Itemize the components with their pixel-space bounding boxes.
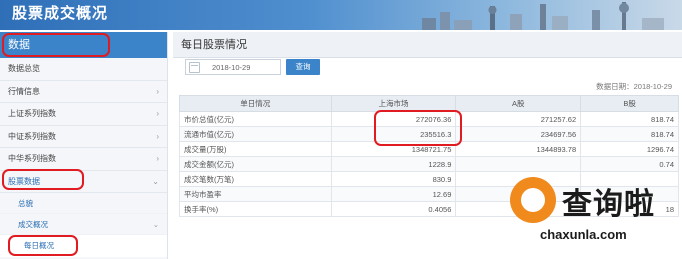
highlight-annotation-data (2, 33, 110, 57)
row-label: 换手率(%) (179, 201, 332, 217)
sidebar-item-sse-index[interactable]: 上证系列指数 › (0, 103, 167, 126)
chevron-right-icon: › (156, 86, 159, 96)
row-label: 成交金额(亿元) (179, 156, 332, 172)
cell-a-share: 1344893.78 (455, 141, 582, 157)
column-header: A股 (455, 95, 582, 112)
chevron-right-icon: › (156, 154, 159, 163)
header-banner: 股票成交概况 (0, 0, 682, 30)
city-skyline-image (422, 2, 664, 30)
sidebar-item-label: 行情信息 (8, 86, 40, 96)
chevron-right-icon: › (156, 109, 159, 118)
data-date-label: 数据日期：2018-10-29 (596, 82, 672, 91)
sidebar-item-label: 数据总览 (8, 64, 40, 73)
sidebar-subitem-summary[interactable]: 总貌 (0, 193, 167, 214)
highlight-annotation-market-values (374, 110, 462, 146)
row-label: 市价总值(亿元) (179, 111, 332, 127)
chevron-down-icon: ⌄ (152, 220, 159, 229)
calendar-icon[interactable] (189, 62, 200, 73)
sidebar-item-label: 上证系列指数 (8, 109, 56, 118)
cell-shanghai: 12.69 (330, 186, 457, 202)
sidebar-subitem-label: 成交概况 (18, 220, 48, 229)
sidebar-item-csi-index[interactable]: 中证系列指数 › (0, 126, 167, 148)
search-icon (510, 177, 556, 223)
cell-a-share: 234697.56 (455, 126, 582, 142)
chevron-down-icon: ⌄ (152, 176, 159, 186)
highlight-annotation-daily-overview (8, 235, 78, 256)
chevron-right-icon: › (156, 131, 159, 141)
section-title: 每日股票情况 (173, 32, 682, 58)
page-title: 股票成交概况 (12, 4, 109, 22)
sidebar-subitem-label: 总貌 (18, 199, 33, 208)
row-label: 成交量(万股) (179, 141, 332, 157)
sidebar-subitem-trading-overview[interactable]: 成交概况 ⌄ (0, 214, 167, 235)
sidebar-item-label: 中证系列指数 (8, 131, 56, 141)
sidebar-item-label: 中华系列指数 (8, 154, 56, 163)
column-header: 单日情况 (179, 95, 332, 112)
cell-b-share: 818.74 (580, 126, 679, 142)
cell-shanghai: 0.4056 (330, 201, 457, 217)
query-button[interactable]: 查询 (286, 59, 320, 75)
cell-shanghai: 830.9 (330, 171, 457, 187)
sidebar: 数据 数据总览 行情信息 › 上证系列指数 › 中证系列指数 › 中华系列指数 … (0, 32, 168, 259)
sidebar-item-market-info[interactable]: 行情信息 › (0, 81, 167, 103)
date-value: 2018-10-29 (212, 63, 251, 72)
watermark-url: chaxunla.com (540, 227, 627, 242)
watermark-text: 查询啦 (562, 187, 655, 222)
highlight-annotation-stock-data (2, 169, 84, 190)
chaxunla-watermark: 查询啦 chaxunla.com (500, 165, 682, 259)
sidebar-item-china-index[interactable]: 中华系列指数 › (0, 148, 167, 171)
column-header: B股 (580, 95, 679, 112)
cell-b-share: 1296.74 (580, 141, 679, 157)
row-label: 平均市盈率 (179, 186, 332, 202)
cell-b-share: 818.74 (580, 111, 679, 127)
sidebar-item-overview[interactable]: 数据总览 (0, 58, 167, 81)
date-picker-input[interactable]: 2018-10-29 (185, 59, 281, 75)
row-label: 成交笔数(万笔) (179, 171, 332, 187)
row-label: 流通市值(亿元) (179, 126, 332, 142)
cell-shanghai: 1228.9 (330, 156, 457, 172)
cell-a-share: 271257.62 (455, 111, 582, 127)
